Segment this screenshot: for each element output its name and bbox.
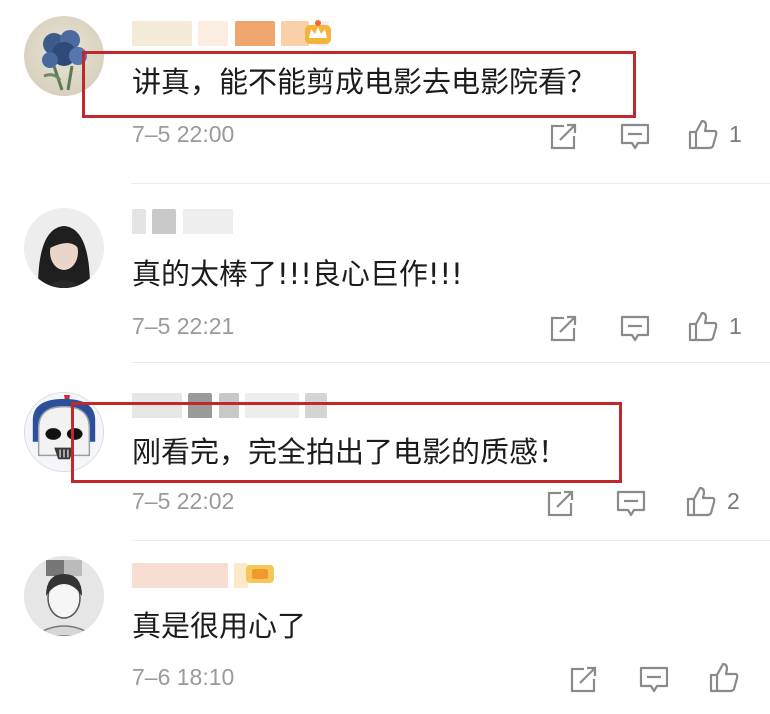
avatar[interactable] (24, 556, 104, 636)
comment-text: 真是很用心了 (132, 609, 307, 643)
comment-item-4: 真是很用心了 7–6 18:10 (0, 538, 770, 714)
comment-item-1: 讲真，能不能剪成电影去电影院看？ 7–5 22:00 1 (0, 0, 770, 180)
like-button[interactable] (684, 484, 718, 518)
thumbs-up-icon (709, 662, 739, 693)
share-icon (547, 490, 574, 517)
comment-button[interactable] (638, 662, 670, 696)
comment-icon (620, 315, 650, 342)
comment-button[interactable] (615, 486, 647, 520)
comment-button[interactable] (619, 311, 651, 345)
share-icon (570, 666, 597, 693)
comment-icon (616, 490, 646, 517)
comment-text: 真的太棒了!!!良心巨作!!! (132, 257, 463, 291)
vip-badge-icon (245, 562, 275, 586)
share-icon (550, 315, 577, 342)
highlight-box (71, 402, 622, 483)
comment-item-3: 刚看完，完全拍出了电影的质感！ 7–5 22:02 2 (0, 360, 770, 538)
girl-portrait-icon (24, 208, 104, 288)
highlight-box (82, 51, 636, 118)
share-button[interactable] (549, 311, 579, 345)
thumbs-up-icon (688, 119, 718, 150)
comment-item-2: 真的太棒了!!!良心巨作!!! 7–5 22:21 1 (0, 180, 770, 360)
like-count: 2 (727, 488, 740, 514)
comment-icon (620, 123, 650, 150)
share-button[interactable] (546, 486, 576, 520)
share-button[interactable] (569, 662, 599, 696)
like-button[interactable] (686, 309, 720, 343)
sketch-portrait-icon (24, 556, 104, 636)
share-button[interactable] (549, 119, 579, 153)
comment-button[interactable] (619, 119, 651, 153)
like-button[interactable] (686, 117, 720, 151)
avatar[interactable] (24, 208, 104, 288)
thumbs-up-icon (686, 486, 716, 517)
username-obscured[interactable] (132, 18, 330, 46)
thumbs-up-icon (688, 311, 718, 342)
comment-timestamp: 7–5 22:02 (132, 488, 235, 514)
vip-crown-icon (304, 18, 332, 46)
comment-timestamp: 7–5 22:21 (132, 313, 235, 339)
share-icon (550, 123, 577, 150)
like-button[interactable] (707, 660, 741, 694)
username-obscured[interactable] (132, 206, 233, 234)
username-obscured[interactable] (132, 560, 249, 588)
comment-icon (639, 666, 669, 693)
comment-timestamp: 7–6 18:10 (132, 664, 235, 690)
like-count: 1 (729, 121, 742, 147)
like-count: 1 (729, 313, 742, 339)
comment-timestamp: 7–5 22:00 (132, 121, 235, 147)
